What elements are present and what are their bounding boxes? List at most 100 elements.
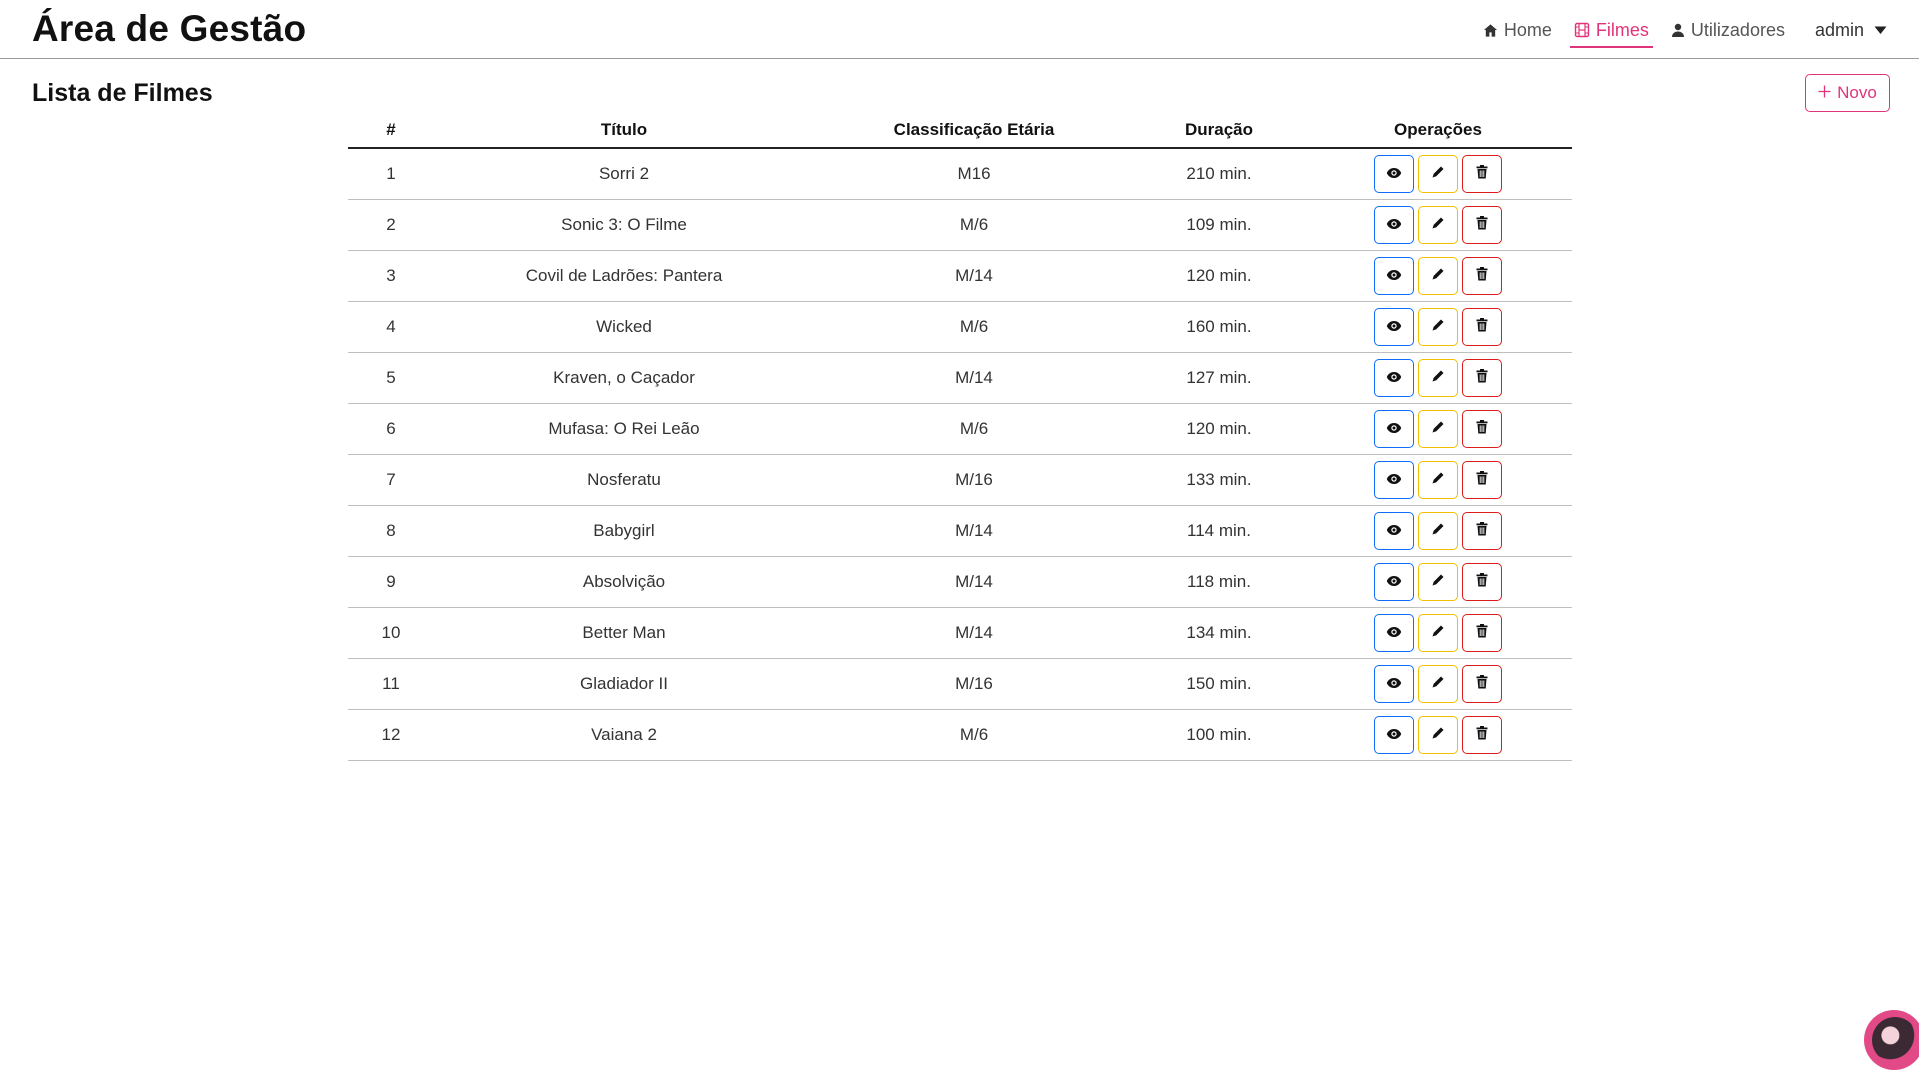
delete-button[interactable] xyxy=(1462,307,1502,346)
delete-button[interactable] xyxy=(1462,358,1502,397)
row-actions xyxy=(1374,154,1502,193)
cell-number: 1 xyxy=(348,148,434,200)
cell-operations xyxy=(1304,148,1572,200)
pencil-icon xyxy=(1431,623,1445,643)
view-button[interactable] xyxy=(1374,358,1414,397)
edit-button[interactable] xyxy=(1418,460,1458,499)
trash-icon xyxy=(1476,317,1488,337)
trash-icon xyxy=(1476,623,1488,643)
movies-table-container: # Título Classificação Etária Duração Op… xyxy=(348,112,1572,761)
pencil-icon xyxy=(1431,470,1445,490)
table-row: 11 Gladiador II M/16 150 min. xyxy=(348,658,1572,710)
cell-number: 3 xyxy=(348,250,434,302)
cell-operations xyxy=(1304,709,1572,761)
cell-duration: 133 min. xyxy=(1134,454,1304,506)
cell-title: Covil de Ladrões: Pantera xyxy=(434,250,814,302)
table-row: 12 Vaiana 2 M/6 100 min. xyxy=(348,709,1572,761)
edit-button[interactable] xyxy=(1418,205,1458,244)
edit-button[interactable] xyxy=(1418,613,1458,652)
cell-rating: M/6 xyxy=(814,709,1134,761)
view-button[interactable] xyxy=(1374,154,1414,193)
edit-button[interactable] xyxy=(1418,511,1458,550)
nav-utilizadores-label: Utilizadores xyxy=(1690,19,1785,40)
edit-button[interactable] xyxy=(1418,154,1458,193)
trash-icon xyxy=(1476,419,1488,439)
row-actions xyxy=(1374,205,1502,244)
cell-duration: 114 min. xyxy=(1134,505,1304,557)
pencil-icon xyxy=(1431,521,1445,541)
eye-icon xyxy=(1386,470,1402,490)
edit-button[interactable] xyxy=(1418,715,1458,754)
cell-rating: M/6 xyxy=(814,301,1134,353)
edit-button[interactable] xyxy=(1418,664,1458,703)
edit-button[interactable] xyxy=(1418,358,1458,397)
cell-title: Sorri 2 xyxy=(434,148,814,200)
trash-icon xyxy=(1476,215,1488,235)
row-actions xyxy=(1374,409,1502,448)
user-dropdown[interactable]: admin xyxy=(1811,14,1891,48)
row-actions xyxy=(1374,664,1502,703)
caret-down-icon xyxy=(1874,26,1887,35)
row-actions xyxy=(1374,562,1502,601)
cell-title: Sonic 3: O Filme xyxy=(434,199,814,251)
view-button[interactable] xyxy=(1374,205,1414,244)
view-button[interactable] xyxy=(1374,256,1414,295)
floating-avatar-button[interactable] xyxy=(1864,1010,1919,1070)
user-dropdown-label: admin xyxy=(1814,19,1864,40)
nav-home[interactable]: Home xyxy=(1479,14,1556,48)
movies-table: # Título Classificação Etária Duração Op… xyxy=(348,112,1572,761)
cell-title: Gladiador II xyxy=(434,658,814,710)
cell-operations xyxy=(1304,250,1572,302)
cell-title: Better Man xyxy=(434,607,814,659)
cell-rating: M/14 xyxy=(814,607,1134,659)
delete-button[interactable] xyxy=(1462,664,1502,703)
delete-button[interactable] xyxy=(1462,613,1502,652)
view-button[interactable] xyxy=(1374,562,1414,601)
view-button[interactable] xyxy=(1374,613,1414,652)
cell-operations xyxy=(1304,199,1572,251)
table-row: 4 Wicked M/6 160 min. xyxy=(348,301,1572,353)
delete-button[interactable] xyxy=(1462,205,1502,244)
cell-title: Babygirl xyxy=(434,505,814,557)
delete-button[interactable] xyxy=(1462,715,1502,754)
cell-title: Kraven, o Caçador xyxy=(434,352,814,404)
cell-number: 11 xyxy=(348,658,434,710)
view-button[interactable] xyxy=(1374,715,1414,754)
delete-button[interactable] xyxy=(1462,511,1502,550)
cell-rating: M/14 xyxy=(814,352,1134,404)
cell-operations xyxy=(1304,403,1572,455)
view-button[interactable] xyxy=(1374,460,1414,499)
table-row: 10 Better Man M/14 134 min. xyxy=(348,607,1572,659)
plus-icon xyxy=(1818,83,1831,103)
view-button[interactable] xyxy=(1374,664,1414,703)
nav-filmes-label: Filmes xyxy=(1595,19,1649,40)
edit-button[interactable] xyxy=(1418,562,1458,601)
edit-button[interactable] xyxy=(1418,256,1458,295)
cell-operations xyxy=(1304,658,1572,710)
table-row: 2 Sonic 3: O Filme M/6 109 min. xyxy=(348,199,1572,251)
table-row: 9 Absolvição M/14 118 min. xyxy=(348,556,1572,608)
view-button[interactable] xyxy=(1374,307,1414,346)
cell-operations xyxy=(1304,454,1572,506)
row-actions xyxy=(1374,256,1502,295)
eye-icon xyxy=(1386,215,1402,235)
delete-button[interactable] xyxy=(1462,562,1502,601)
new-movie-button[interactable]: Novo xyxy=(1805,74,1890,112)
edit-button[interactable] xyxy=(1418,307,1458,346)
delete-button[interactable] xyxy=(1462,154,1502,193)
delete-button[interactable] xyxy=(1462,256,1502,295)
edit-button[interactable] xyxy=(1418,409,1458,448)
header-number: # xyxy=(348,112,434,149)
user-icon xyxy=(1671,23,1685,38)
pencil-icon xyxy=(1431,674,1445,694)
delete-button[interactable] xyxy=(1462,460,1502,499)
nav-filmes[interactable]: Filmes xyxy=(1569,14,1653,48)
view-button[interactable] xyxy=(1374,511,1414,550)
delete-button[interactable] xyxy=(1462,409,1502,448)
pencil-icon xyxy=(1431,164,1445,184)
nav-utilizadores[interactable]: Utilizadores xyxy=(1667,14,1789,48)
pencil-icon xyxy=(1431,317,1445,337)
new-movie-button-label: Novo xyxy=(1837,83,1877,102)
pencil-icon xyxy=(1431,215,1445,235)
view-button[interactable] xyxy=(1374,409,1414,448)
